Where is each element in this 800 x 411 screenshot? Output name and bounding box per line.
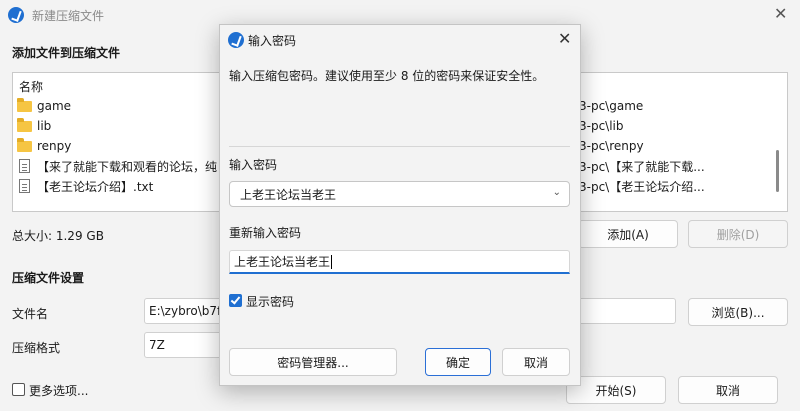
list-item[interactable]: lib <box>17 116 51 136</box>
file-path: 3-pc\【老王论坛介绍... <box>579 179 705 194</box>
ok-button[interactable]: 确定 <box>425 348 491 376</box>
list-header-name[interactable]: 名称 <box>19 76 43 96</box>
format-label: 压缩格式 <box>12 341 61 355</box>
remove-button[interactable]: 删除(D) <box>688 220 788 248</box>
file-path: 3-pc\lib <box>579 119 624 133</box>
total-size: 总大小: 1.29 GB <box>12 229 104 243</box>
more-options-checkbox[interactable] <box>12 383 25 396</box>
list-scrollbar[interactable] <box>776 150 779 192</box>
reenter-password-label: 重新输入密码 <box>229 226 302 240</box>
file-name: 【来了就能下载和观看的论坛，纯 <box>37 159 218 174</box>
password-dialog: 输入密码 ✕ 输入压缩包密码。建议使用至少 8 位的密码来保证安全性。 输入密码… <box>219 24 581 386</box>
list-item[interactable]: game <box>17 96 71 116</box>
password-combo[interactable]: 上老王论坛当老王 ⌄ <box>229 181 570 207</box>
password-label: 输入密码 <box>229 158 278 172</box>
reenter-password-value: 上老王论坛当老王 <box>234 255 331 269</box>
start-button[interactable]: 开始(S) <box>566 376 666 404</box>
file-name: renpy <box>37 139 72 153</box>
divider <box>229 146 570 147</box>
window-title: 新建压缩文件 <box>32 9 105 23</box>
chevron-down-icon[interactable]: ⌄ <box>553 187 561 198</box>
app-logo-icon <box>8 7 24 23</box>
add-files-heading: 添加文件到压缩文件 <box>12 46 121 60</box>
file-name-label: 文件名 <box>12 307 49 321</box>
file-icon <box>19 159 30 173</box>
file-name: 【老王论坛介绍】.txt <box>37 179 154 194</box>
dialog-instruction: 输入压缩包密码。建议使用至少 8 位的密码来保证安全性。 <box>229 69 545 83</box>
folder-icon <box>17 117 32 132</box>
close-icon[interactable]: ✕ <box>558 29 571 48</box>
app-logo-icon <box>228 32 244 48</box>
file-name: game <box>37 99 72 113</box>
list-item[interactable]: 【来了就能下载和观看的论坛，纯 <box>17 156 217 176</box>
file-icon <box>19 179 30 193</box>
window-close-icon[interactable]: ✕ <box>774 4 787 23</box>
list-item[interactable]: renpy <box>17 136 71 156</box>
list-item[interactable]: 【老王论坛介绍】.txt <box>17 176 153 196</box>
folder-icon <box>17 137 32 152</box>
password-manager-button[interactable]: 密码管理器... <box>229 348 397 376</box>
file-path: 3-pc\game <box>579 99 644 113</box>
file-name: lib <box>37 119 52 133</box>
show-password-label[interactable]: 显示密码 <box>246 293 294 310</box>
cancel-button[interactable]: 取消 <box>678 376 778 404</box>
show-password-checkbox[interactable] <box>229 294 242 307</box>
file-path: 3-pc\【来了就能下载... <box>579 159 705 174</box>
text-caret <box>331 254 333 269</box>
more-options-label[interactable]: 更多选项... <box>29 382 88 399</box>
folder-icon <box>17 97 32 112</box>
settings-heading: 压缩文件设置 <box>12 271 85 285</box>
password-value: 上老王论坛当老王 <box>240 187 337 202</box>
file-path: 3-pc\renpy <box>579 139 644 153</box>
add-button[interactable]: 添加(A) <box>578 220 678 248</box>
dialog-cancel-button[interactable]: 取消 <box>502 348 570 376</box>
browse-button[interactable]: 浏览(B)... <box>688 298 788 326</box>
dialog-title: 输入密码 <box>248 34 297 48</box>
reenter-password-input[interactable]: 上老王论坛当老王 <box>229 250 570 274</box>
